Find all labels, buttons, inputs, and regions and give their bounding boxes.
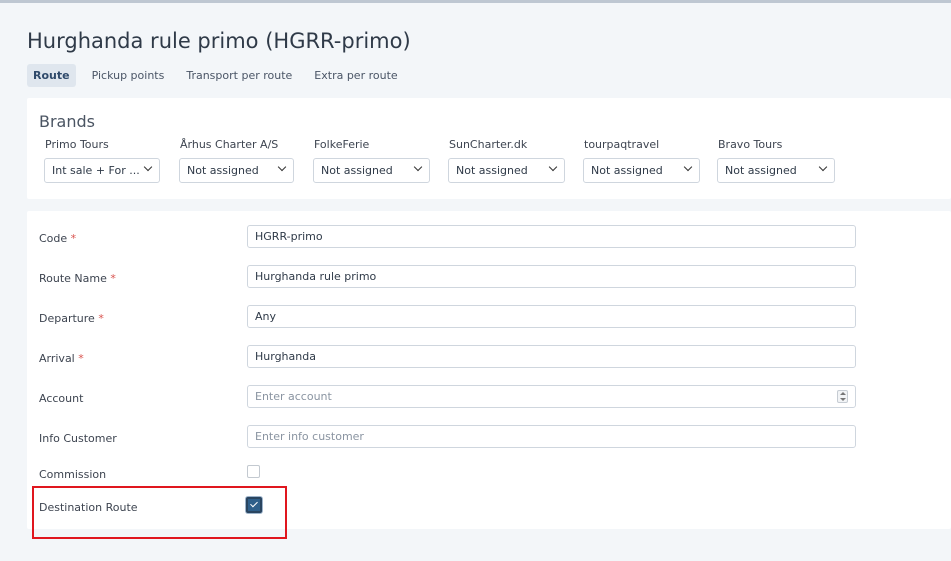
brand-label: Primo Tours [45,138,109,151]
page-title: Hurghanda rule primo (HGRR-primo) [27,29,411,53]
brands-heading: Brands [39,112,95,131]
code-label-text: Code [39,232,68,245]
account-label: Account [39,392,84,405]
chevron-down-icon [683,162,693,172]
brand-label: tourpaqtravel [584,138,660,151]
brand-label: Bravo Tours [718,138,783,151]
route-name-label: Route Name * [39,272,116,285]
arrival-field[interactable]: Hurghanda [247,345,856,368]
code-field[interactable]: HGRR-primo [247,225,856,248]
brand-select[interactable]: Not assigned [179,158,294,183]
brand-select-value: Not assigned [725,164,797,177]
tab-pickup-points[interactable]: Pickup points [86,64,171,87]
brand-label: FolkeFerie [314,138,370,151]
number-stepper-icon[interactable] [837,390,848,403]
brand-select-value: Not assigned [456,164,528,177]
arrival-label-text: Arrival [39,352,75,365]
info-customer-placeholder: Enter info customer [255,430,364,443]
info-customer-label: Info Customer [39,432,117,445]
chevron-down-icon [413,162,423,172]
brand-folkeferie: FolkeFerie Not assigned [313,138,434,183]
brand-arhus-charter: Århus Charter A/S Not assigned [179,138,300,183]
brand-select-value: Not assigned [591,164,663,177]
commission-label: Commission [39,468,107,481]
brand-select-value: Int sale + For ... [52,164,140,177]
required-mark: * [110,272,116,285]
route-name-label-text: Route Name [39,272,107,285]
info-customer-field[interactable]: Enter info customer [247,425,856,448]
chevron-down-icon [143,162,153,172]
required-mark: * [98,312,104,325]
brand-select-value: Not assigned [187,164,259,177]
brand-label: Århus Charter A/S [180,138,279,151]
highlight-annotation-box [32,486,287,539]
brand-suncharter: SunCharter.dk Not assigned [448,138,569,183]
brand-select[interactable]: Not assigned [583,158,700,183]
departure-field[interactable]: Any [247,305,856,328]
arrival-label: Arrival * [39,352,84,365]
chevron-down-icon [548,162,558,172]
brand-select-value: Not assigned [321,164,393,177]
brand-select[interactable]: Not assigned [717,158,835,183]
account-placeholder: Enter account [255,390,332,403]
required-mark: * [78,352,84,365]
brand-primo-tours: Primo Tours Int sale + For ... [44,138,165,183]
chevron-down-icon [818,162,828,172]
commission-checkbox[interactable] [247,465,260,478]
tab-bar: Route Pickup points Transport per route … [27,64,414,87]
brand-select[interactable]: Not assigned [448,158,565,183]
required-mark: * [70,232,77,245]
brand-bravo-tours: Bravo Tours Not assigned [717,138,838,183]
brand-label: SunCharter.dk [449,138,528,151]
account-field[interactable]: Enter account [247,385,856,408]
chevron-down-icon [277,162,287,172]
tab-extra-per-route[interactable]: Extra per route [308,64,403,87]
brand-select[interactable]: Int sale + For ... [44,158,160,183]
top-accent-line [0,0,951,3]
departure-label-text: Departure [39,312,95,325]
tab-route[interactable]: Route [27,64,76,87]
tab-transport-per-route[interactable]: Transport per route [180,64,298,87]
brand-select[interactable]: Not assigned [313,158,430,183]
brands-card: Brands Primo Tours Int sale + For ... År… [27,98,951,199]
route-form-card: Code * HGRR-primo Route Name * Hurghanda… [27,211,951,529]
code-label: Code * [39,232,76,245]
brand-tourpaqtravel: tourpaqtravel Not assigned [583,138,704,183]
route-name-field[interactable]: Hurghanda rule primo [247,265,856,288]
departure-label: Departure * [39,312,104,325]
